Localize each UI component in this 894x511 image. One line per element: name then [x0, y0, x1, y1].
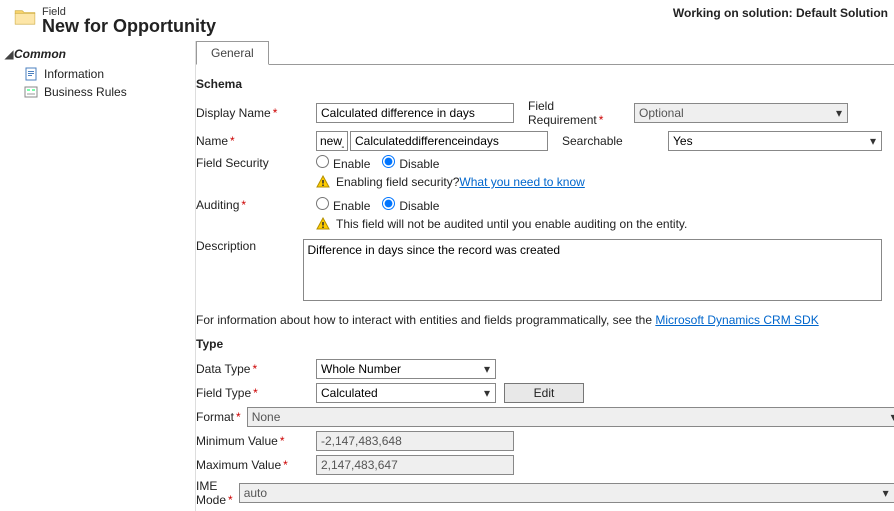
warning-icon [316, 217, 330, 231]
label-field-security: Field Security [196, 156, 316, 170]
max-value-input[interactable] [316, 455, 514, 475]
auditing-disable[interactable]: Disable [382, 197, 439, 213]
field-security-help-link[interactable]: What you need to know [459, 175, 584, 189]
label-data-type: Data Type* [196, 362, 316, 376]
edit-button[interactable]: Edit [504, 383, 584, 403]
label-ime-mode: IME Mode* [196, 479, 239, 507]
label-field-type: Field Type* [196, 386, 316, 400]
searchable-select[interactable] [668, 131, 882, 151]
sdk-link[interactable]: Microsoft Dynamics CRM SDK [655, 313, 818, 327]
format-select[interactable] [247, 407, 894, 427]
min-value-input[interactable] [316, 431, 514, 451]
page-title: New for Opportunity [42, 16, 216, 37]
sidebar-item-label: Information [44, 67, 104, 81]
sidebar-section-label: Common [14, 47, 66, 61]
name-prefix-input[interactable] [316, 131, 348, 151]
field-security-enable[interactable]: Enable [316, 155, 370, 171]
caret-down-icon: ◢ [4, 47, 14, 61]
solution-label: Working on solution: Default Solution [673, 6, 888, 20]
data-type-select[interactable] [316, 359, 496, 379]
sdk-paragraph: For information about how to interact wi… [196, 313, 882, 327]
tab-general[interactable]: General [196, 41, 269, 65]
document-icon [24, 67, 38, 81]
sidebar-section-common[interactable]: ◢ Common [4, 47, 191, 61]
description-input[interactable] [303, 239, 883, 301]
label-display-name: Display Name* [196, 106, 316, 120]
field-security-disable[interactable]: Disable [382, 155, 439, 171]
section-type: Type [196, 337, 882, 351]
label-format: Format* [196, 410, 247, 424]
auditing-enable[interactable]: Enable [316, 197, 370, 213]
ime-mode-select[interactable] [239, 483, 894, 503]
label-description: Description [196, 239, 303, 253]
label-name: Name* [196, 134, 316, 148]
label-max-value: Maximum Value* [196, 458, 316, 472]
label-auditing: Auditing* [196, 198, 316, 212]
rules-icon [24, 85, 38, 99]
warning-icon [316, 175, 330, 189]
tabstrip: General [196, 41, 894, 65]
page-header: Field New for Opportunity Working on sol… [0, 0, 894, 41]
sidebar: ◢ Common Information Business Rules [0, 41, 196, 511]
sidebar-item-information[interactable]: Information [4, 65, 191, 83]
field-type-select[interactable] [316, 383, 496, 403]
field-requirement-select[interactable] [634, 103, 848, 123]
name-input[interactable] [350, 131, 548, 151]
label-min-value: Minimum Value* [196, 434, 316, 448]
auditing-info: This field will not be audited until you… [316, 217, 882, 231]
sidebar-item-label: Business Rules [44, 85, 127, 99]
label-searchable: Searchable [548, 134, 668, 148]
folder-icon [14, 8, 36, 26]
field-security-info: Enabling field security? What you need t… [316, 175, 882, 189]
label-field-requirement: Field Requirement* [514, 99, 634, 127]
sidebar-item-business-rules[interactable]: Business Rules [4, 83, 191, 101]
section-schema: Schema [196, 77, 882, 91]
display-name-input[interactable] [316, 103, 514, 123]
